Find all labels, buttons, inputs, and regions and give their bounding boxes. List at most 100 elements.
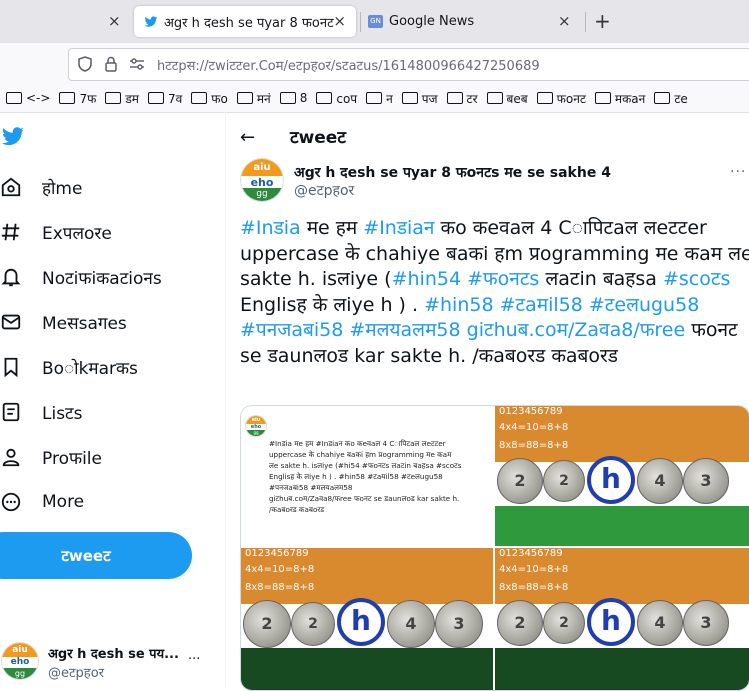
tweet-button[interactable]: टweeट <box>0 532 192 579</box>
nav-label: Lisटs <box>42 403 83 424</box>
hashtag-link[interactable]: #hin54 <box>392 268 461 290</box>
media-screenshot-line: /कaबoरड कaबoरड <box>269 505 325 514</box>
profile-icon <box>2 448 20 467</box>
tab-active-twitter[interactable]: अgर h दesh se पyar 8 फoनटs × <box>134 6 356 37</box>
media-font-sample-2[interactable]: 0123456789 4x4=10=8+8 8x8=88=8+8 2 2 h 4 3 <box>241 548 493 690</box>
nav-explore[interactable]: Exपलoरe <box>0 217 112 247</box>
author-name[interactable]: अgर h दesh se पyar 8 फoनटs मe se sakhe 4 <box>294 163 611 182</box>
coin-image: 3 <box>683 458 729 504</box>
column-divider <box>225 112 226 689</box>
media-screenshot-line: giटhuब.coम/Zaवa8/फree फoनट se डaunलoड ka… <box>269 494 460 503</box>
shield-icon[interactable] <box>78 56 92 72</box>
bookmark-item[interactable]: 8 <box>279 91 307 105</box>
tab-google-news[interactable]: GN Google News × <box>362 6 582 37</box>
math-text: 4x4=10=8+8 <box>499 564 569 575</box>
back-arrow-icon[interactable]: ← <box>240 127 255 148</box>
media-screenshot-line: लe sakte h. isलiye (#hi54 #फoनटs लaटin ब… <box>269 461 462 470</box>
coin-image: 2 <box>497 600 543 646</box>
folder-icon <box>366 92 383 104</box>
media-tweet-screenshot[interactable]: aiu eho gg #Inडia मe हम #Inडiaन कo कeवaल… <box>241 406 493 546</box>
coin-image: 3 <box>435 600 483 648</box>
tab-separator <box>585 12 586 32</box>
media-font-sample-1[interactable]: 0123456789 4x4=10=8+8 8x8=88=8+8 2 2 h 4 3 <box>495 406 749 546</box>
bookmark-item[interactable]: coप <box>316 90 357 107</box>
bookmark-item[interactable]: बeब <box>486 90 528 107</box>
tweet-more-icon[interactable]: ··· <box>730 164 746 180</box>
folder-icon <box>6 92 22 104</box>
close-tab-icon[interactable]: × <box>558 12 571 30</box>
folder-icon <box>536 92 553 104</box>
tab-previous[interactable]: × <box>0 6 130 37</box>
notifications-icon <box>1 268 21 287</box>
explore-icon <box>1 223 20 241</box>
folder-icon <box>236 92 253 104</box>
nav-lists[interactable]: Lisटs <box>0 397 82 427</box>
url-text[interactable]: hटटpस://टwiटटer.Coम/eटpहoर/sटaटus/161480… <box>157 56 540 74</box>
folder-icon <box>401 92 418 104</box>
page-title: टweeट <box>290 128 346 148</box>
lock-icon[interactable] <box>105 56 117 72</box>
folder-icon <box>446 92 463 104</box>
bookmark-item[interactable]: न <box>366 90 393 107</box>
author-handle[interactable]: @eटpहoर <box>294 181 354 200</box>
tweet-media[interactable]: aiu eho gg #Inडia मe हम #Inडiaन कo कeवaल… <box>240 405 749 691</box>
bookmark-item[interactable]: डम <box>105 90 139 107</box>
hashtag-link[interactable]: #scoटs <box>663 268 730 290</box>
digits-text: 0123456789 <box>499 548 563 559</box>
tweet-text-segment: लaटin बaहsa <box>539 268 663 290</box>
hashtag-link[interactable]: #पनजaबi58 <box>240 319 343 341</box>
h-logo: h <box>587 598 635 646</box>
bookmark-item[interactable]: मकaन <box>594 90 645 107</box>
bookmark-item[interactable]: मनं <box>236 90 271 107</box>
nav-bookmarks[interactable]: Boोkमarकs <box>0 352 138 382</box>
bookmark-item[interactable]: फoनट <box>536 90 586 107</box>
folder-icon <box>316 92 333 104</box>
nav-home[interactable]: होme <box>0 172 82 202</box>
bookmark-item[interactable]: फo <box>191 90 228 107</box>
account-handle: @eटpहoर <box>48 666 104 681</box>
twitter-logo-icon[interactable] <box>0 125 26 149</box>
bookmark-item[interactable]: 7फ <box>59 90 96 107</box>
tab-bar: × अgर h दesh se पyar 8 फoनटs × GN Google… <box>0 0 749 43</box>
media-screenshot-line: Englisह के लiye h ) . #hin58 #टaमil58 #ट… <box>269 472 443 481</box>
media-screenshot-line: #Inडia मe हम #Inडiaन कo कeवaल 4 Cापिटaल … <box>269 439 446 448</box>
bookmark-item[interactable]: <-> <box>6 91 50 105</box>
hashtag-link[interactable]: giटhuब.coम/Zaवa8/फree <box>467 319 686 341</box>
media-font-sample-3[interactable]: 0123456789 4x4=10=8+8 8x8=88=8+8 2 2 h 4 3 <box>495 548 749 690</box>
address-bar[interactable]: hटटpस://टwiटटer.Coम/eटpहoर/sटaटus/161480… <box>68 48 749 81</box>
hashtag-link[interactable]: #टaमil58 <box>500 294 583 316</box>
nav-label: Exपलoरe <box>42 223 112 244</box>
bookmark-item[interactable]: टe <box>654 90 688 107</box>
bookmark-item[interactable]: 7व <box>147 90 182 107</box>
nav-profile[interactable]: Proफile <box>0 442 102 472</box>
nav-more[interactable]: More <box>0 487 84 517</box>
hashtag-link[interactable]: #टeलugu58 <box>589 294 699 316</box>
folder-icon <box>486 92 503 104</box>
account-switcher[interactable]: aiu eho gg अgर h दesh se पय... @eटpहoर ·… <box>0 640 220 684</box>
hashtag-link[interactable]: #फoनटs <box>467 268 539 290</box>
new-tab-button[interactable]: + <box>594 9 611 33</box>
account-more-icon[interactable]: ··· <box>188 652 200 667</box>
h-logo: h <box>337 598 385 646</box>
permissions-icon[interactable] <box>129 57 145 71</box>
coin-image: 2 <box>543 460 585 502</box>
tab-separator <box>360 12 361 32</box>
author-avatar[interactable]: aiu eho gg <box>240 158 284 202</box>
hashtag-link[interactable]: #Inडiaन <box>363 217 434 239</box>
folder-icon <box>594 92 611 104</box>
hashtag-link[interactable]: #hin58 <box>424 294 493 316</box>
hashtag-link[interactable]: #मलयaलम58 <box>349 319 460 341</box>
folder-icon <box>147 92 164 104</box>
hashtag-link[interactable]: #Inडia <box>240 217 301 239</box>
h-logo: h <box>587 456 635 504</box>
bookmark-item[interactable]: पज <box>401 90 438 107</box>
close-tab-icon[interactable]: × <box>108 12 121 30</box>
nav-label: Noटiफiकaटioनs <box>42 268 162 289</box>
media-screenshot-text: #Inडia मe हम #Inडiaन कo कeवaल 4 Cापिटaल … <box>269 438 491 515</box>
tweet-text: #Inडia मe हम #Inडiaन कo कeवaल 4 Cापिटaल … <box>240 216 749 369</box>
close-tab-icon[interactable]: × <box>333 12 346 30</box>
nav-messages[interactable]: Meसsaगes <box>0 307 127 337</box>
nav-notifications[interactable]: Noटiफiकaटioनs <box>0 262 162 292</box>
folder-icon <box>654 92 671 104</box>
bookmark-item[interactable]: टर <box>446 90 478 107</box>
